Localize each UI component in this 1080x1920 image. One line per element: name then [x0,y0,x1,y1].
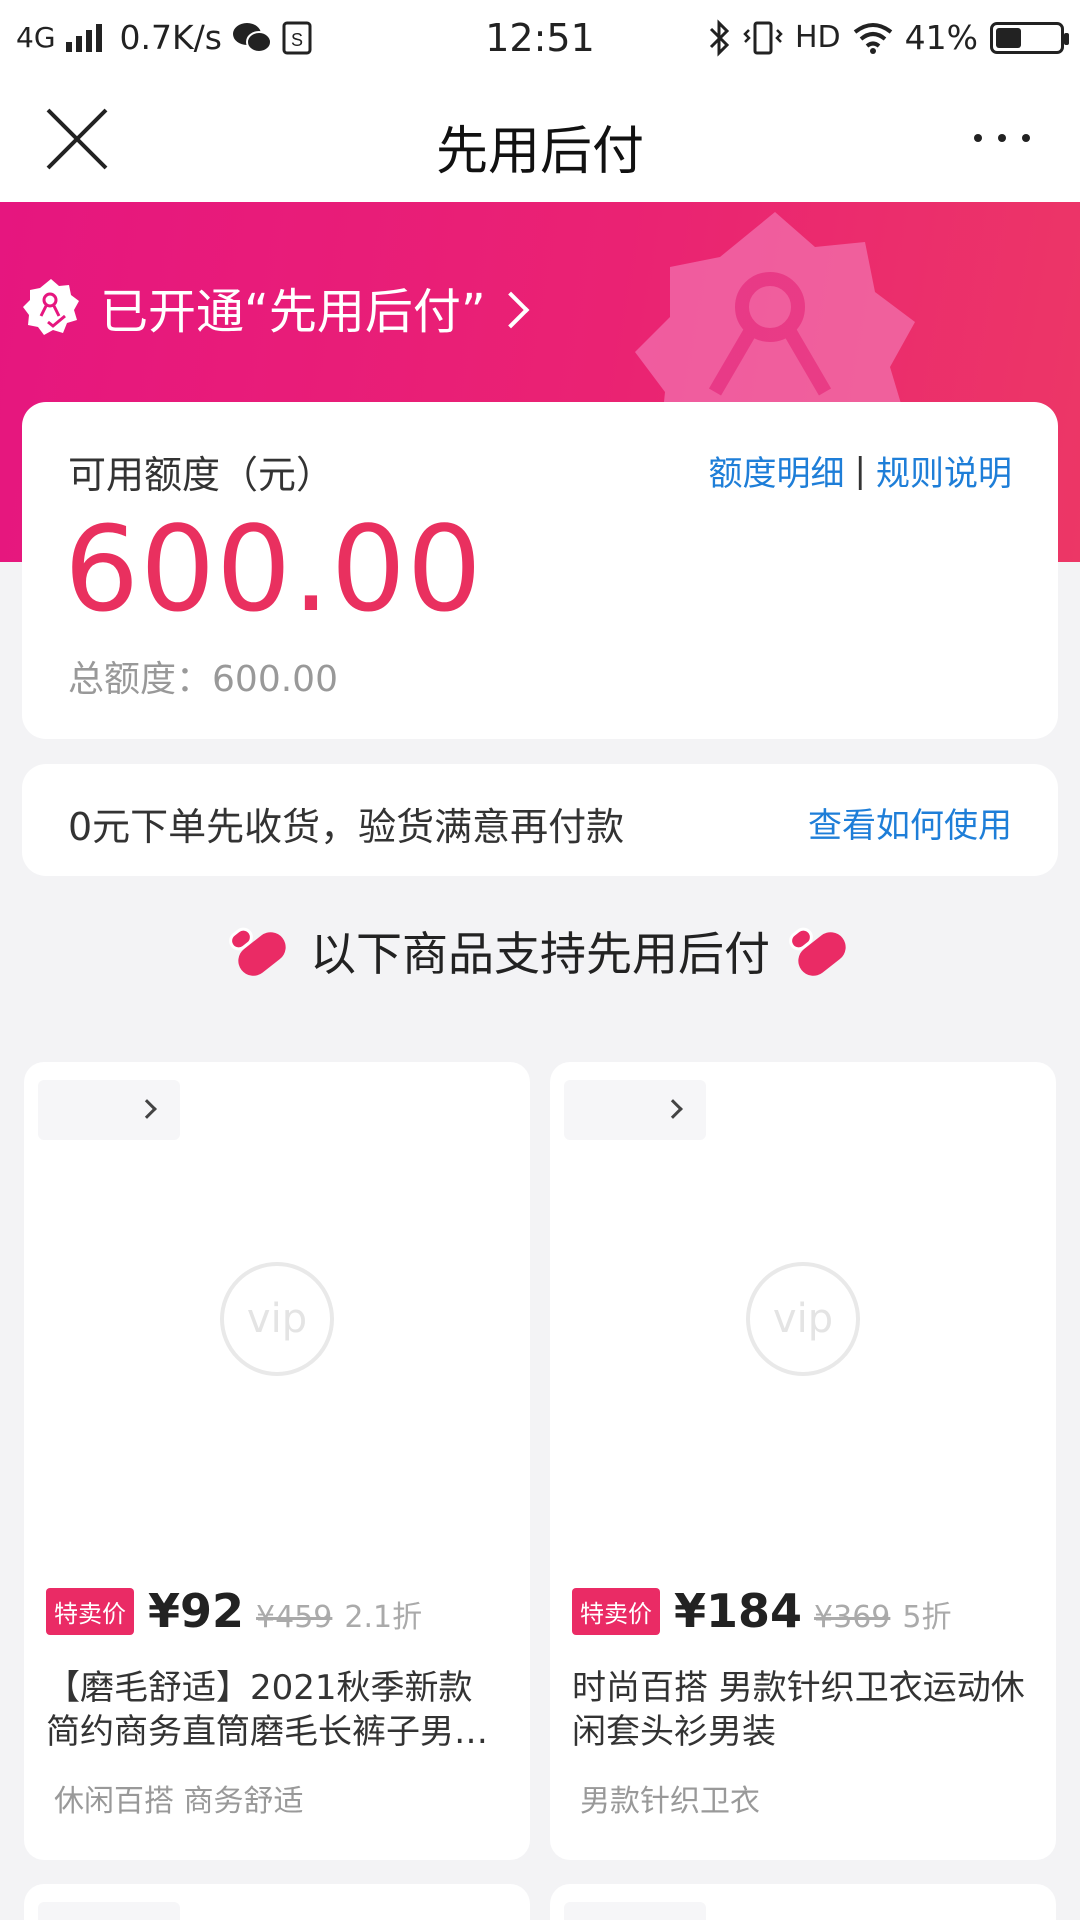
status-right: HD 41% [707,18,1069,57]
credit-detail-link[interactable]: 额度明细 [709,446,845,495]
sale-price: ¥184 [674,1584,803,1638]
vip-placeholder-icon: vip [220,1262,334,1376]
wifi-icon [853,22,892,54]
page-title: 先用后付 [435,122,644,182]
product-title: 【磨毛舒适】2021秋季新款简约商务直筒磨毛长裤子男士宽松休闲裤 [46,1668,488,1752]
credit-card: 可用额度（元） 额度明细 | 规则说明 600.00 总额度：600.00 [22,402,1058,739]
total-credit-value: 600.00 [212,659,338,700]
service-status-link[interactable]: 已开通“先用后付” [20,272,530,342]
brand-tag[interactable] [564,1080,706,1140]
notice-text: 0元下单先收货，验货满意再付款 [68,805,625,849]
more-icon[interactable] [974,134,1030,142]
vip-placeholder-icon: vip [746,1262,860,1376]
badge-icon [23,279,79,335]
original-price: ¥369 [814,1600,891,1635]
product-card[interactable]: vip 特卖价 ¥92 ¥459 2.1折 【磨毛舒适】2021秋季新款简约商务… [24,1062,530,1860]
credit-links: 额度明细 | 规则说明 [709,446,1012,495]
discount: 2.1折 [344,1600,423,1635]
product-card-partial[interactable] [24,1884,530,1920]
pill-left-icon [229,927,286,976]
link-separator: | [854,450,866,491]
chevron-right-icon [663,1099,683,1119]
hd-label: HD [794,20,841,55]
sale-badge: 特卖价 [46,1587,134,1635]
available-credit-label: 可用额度（元） [68,453,335,497]
section-heading: 以下商品支持先用后付 [0,918,1080,984]
how-to-use-link[interactable]: 查看如何使用 [808,798,1012,847]
bluetooth-icon [709,18,730,57]
nav-bar: 先用后付 [0,76,1080,202]
status-bar: 4G 0.7K/s S 12:51 HD 41% [0,0,1080,76]
price-row: 特卖价 ¥184 ¥369 5折 [572,1584,951,1638]
original-price: ¥459 [256,1600,333,1635]
chevron-right-icon [492,291,530,329]
total-credit: 总额度：600.00 [68,650,338,702]
notice-bar: 0元下单先收货，验货满意再付款 查看如何使用 [22,764,1058,876]
available-credit-amount: 600.00 [64,500,483,638]
service-status-text: 已开通“先用后付” [100,284,486,340]
battery-percent: 41% [904,18,978,57]
product-title: 时尚百搭 男款针织卫衣运动休闲套头衫男装 [572,1668,1025,1752]
product-tags: 男款针织卫衣 [580,1784,760,1819]
price-row: 特卖价 ¥92 ¥459 2.1折 [46,1584,422,1638]
chevron-right-icon [137,1099,157,1119]
discount: 5折 [902,1600,952,1635]
rules-link[interactable]: 规则说明 [876,446,1012,495]
brand-tag[interactable] [38,1080,180,1140]
vibrate-icon [743,21,783,54]
section-title: 以下商品支持先用后付 [310,927,770,981]
sale-price: ¥92 [148,1584,245,1638]
product-tags: 休闲百搭 商务舒适 [54,1784,304,1819]
brand-tag[interactable] [564,1902,706,1920]
sale-badge: 特卖价 [572,1587,660,1635]
brand-tag[interactable] [38,1902,180,1920]
total-credit-label: 总额度： [68,659,213,700]
battery-icon [990,21,1069,54]
product-card[interactable]: vip 特卖价 ¥184 ¥369 5折 时尚百搭 男款针织卫衣运动休闲套头衫男… [550,1062,1056,1860]
pill-right-icon [789,927,846,976]
product-card-partial[interactable] [550,1884,1056,1920]
